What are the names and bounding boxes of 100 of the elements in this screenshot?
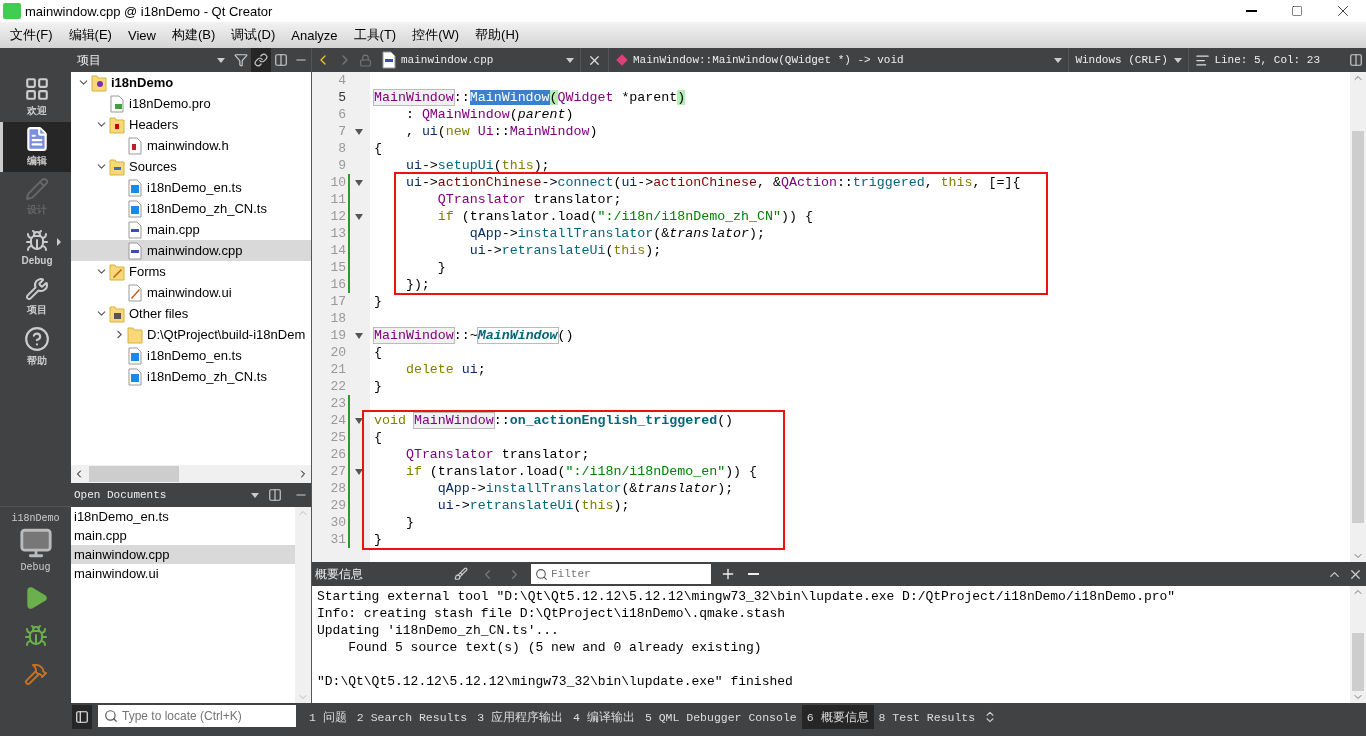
code-line: QTranslator translator; — [436, 191, 622, 208]
filter-input[interactable]: Filter — [551, 568, 711, 580]
document-item[interactable]: main.cpp — [71, 526, 295, 545]
menu-item[interactable]: 调试(D) — [223, 26, 284, 44]
tree-item[interactable]: D:\QtProject\build-i18nDem — [71, 324, 311, 345]
bug-icon — [23, 624, 48, 648]
tree-item[interactable]: i18nDemo_en.ts — [71, 345, 311, 366]
fold-icon[interactable] — [355, 417, 363, 424]
output-tab[interactable]: 1 问题 — [304, 705, 352, 729]
fold-icon[interactable] — [355, 128, 363, 135]
code-line: ui->actionChinese->connect(ui->actionChinese, &QAction::triggered, this, [=]{ — [405, 174, 1021, 191]
menu-item[interactable]: 工具(T) — [345, 26, 405, 44]
cursor-position[interactable]: Line: 5, Col: 23 — [1214, 54, 1320, 66]
tree-item[interactable]: i18nDemo_zh_CN.ts — [71, 198, 311, 219]
folder-icon — [109, 115, 125, 134]
locate-field[interactable]: Type to locate (Ctrl+K) — [98, 705, 296, 727]
output-tab[interactable]: 4 编译输出 — [568, 705, 640, 729]
folder-icon — [109, 262, 125, 281]
file-icon — [127, 367, 143, 386]
vertical-scrollbar[interactable] — [1350, 586, 1366, 703]
caret-icon[interactable] — [1174, 57, 1183, 63]
output-tab[interactable]: 2 Search Results — [351, 705, 473, 729]
tree-item[interactable]: i18nDemo — [71, 72, 311, 93]
mode-button[interactable]: 欢迎 — [0, 72, 71, 122]
vertical-scrollbar[interactable] — [295, 507, 311, 703]
output-tab[interactable]: 5 QML Debugger Console — [639, 705, 802, 729]
menu-item[interactable]: View — [119, 27, 164, 43]
tree-item[interactable]: Headers — [71, 114, 311, 135]
tree-item[interactable]: mainwindow.ui — [71, 282, 311, 303]
fold-icon[interactable] — [355, 179, 363, 186]
mode-button[interactable]: 帮助 — [0, 322, 71, 372]
tree-item[interactable]: i18nDemo_en.ts — [71, 177, 311, 198]
caret-icon[interactable] — [1054, 57, 1063, 63]
mode-button[interactable]: 编辑 — [0, 122, 71, 172]
line-number: 16 — [329, 277, 346, 292]
tree-item[interactable]: Sources — [71, 156, 311, 177]
tree-item[interactable]: Forms — [71, 261, 311, 282]
output-tab[interactable]: 6 概要信息 — [801, 705, 874, 729]
wrench-icon — [25, 277, 49, 301]
document-item[interactable]: i18nDemo_en.ts — [71, 507, 295, 526]
menu-item[interactable]: 构建(B) — [163, 26, 224, 44]
line-number: 12 — [329, 209, 346, 224]
document-selector[interactable]: mainwindow.cpp — [401, 54, 494, 66]
code-line: , ui(new Ui::MainWindow) — [404, 123, 598, 140]
document-icon — [1195, 52, 1211, 68]
view-selector[interactable]: 项目 — [77, 51, 213, 69]
scroll-thumb[interactable] — [1352, 632, 1364, 692]
menu-item[interactable]: 帮助(H) — [467, 26, 528, 44]
link-button[interactable] — [251, 48, 271, 72]
locate-input[interactable]: Type to locate (Ctrl+K) — [122, 709, 296, 723]
tree-item[interactable]: i18nDemo.pro — [71, 93, 311, 114]
menu-item[interactable]: 编辑(E) — [60, 26, 120, 44]
document-item[interactable]: mainwindow.cpp — [71, 545, 295, 564]
output-line: Updating 'i18nDemo_zh_CN.ts'... — [317, 622, 559, 639]
menu-item[interactable]: 文件(F) — [2, 26, 61, 44]
kit-selector[interactable]: i18nDemo Debug — [0, 506, 71, 579]
symbol-selector[interactable]: MainWindow::MainWindow(QWidget *) -> void — [633, 54, 904, 66]
split-icon — [274, 53, 288, 67]
filter-field[interactable]: Filter — [531, 564, 711, 584]
caret-icon[interactable] — [217, 57, 225, 63]
code-line: { — [374, 344, 382, 361]
link-icon — [254, 53, 268, 67]
pane-title: Open Documents — [74, 489, 168, 501]
folder-icon — [109, 157, 125, 176]
line-number: 27 — [329, 464, 346, 479]
line-number: 6 — [337, 107, 346, 122]
tree-item[interactable]: mainwindow.h — [71, 135, 311, 156]
tree-item[interactable]: main.cpp — [71, 219, 311, 240]
file-icon — [127, 220, 143, 239]
vertical-scrollbar[interactable] — [1350, 72, 1366, 562]
file-icon — [127, 346, 143, 365]
mode-button[interactable]: 项目 — [0, 272, 71, 322]
fold-icon[interactable] — [355, 213, 363, 220]
tree-item[interactable]: i18nDemo_zh_CN.ts — [71, 366, 311, 387]
fold-icon[interactable] — [355, 332, 363, 339]
tree-item[interactable]: mainwindow.cpp — [71, 240, 311, 261]
horizontal-scrollbar[interactable] — [71, 465, 311, 483]
document-item[interactable]: mainwindow.ui — [71, 564, 295, 583]
line-number: 24 — [329, 413, 346, 428]
sidebar-icon — [75, 710, 89, 724]
caret-icon[interactable] — [251, 492, 259, 498]
line-number: 26 — [329, 447, 346, 462]
sidebar-toggle-button[interactable] — [72, 705, 92, 729]
output-tab[interactable]: 3 应用程序输出 — [472, 705, 569, 729]
folder-icon — [109, 304, 125, 323]
line-number: 8 — [337, 141, 346, 156]
scroll-thumb[interactable] — [89, 466, 179, 482]
scroll-thumb[interactable] — [1352, 130, 1364, 523]
tree-item[interactable]: Other files — [71, 303, 311, 324]
output-tab[interactable]: 8 Test Results — [873, 705, 981, 729]
line-number: 11 — [329, 192, 346, 207]
menu-item[interactable]: Analyze — [283, 27, 346, 43]
menu-item[interactable]: 控件(W) — [404, 26, 468, 44]
mode-button[interactable]: Debug — [0, 222, 71, 272]
line-number: 10 — [329, 175, 346, 190]
fold-icon[interactable] — [355, 468, 363, 475]
plus-icon — [720, 566, 736, 582]
caret-icon[interactable] — [566, 57, 574, 63]
line-number: 20 — [329, 345, 346, 360]
line-ending-selector[interactable]: Windows (CRLF) — [1075, 54, 1168, 66]
